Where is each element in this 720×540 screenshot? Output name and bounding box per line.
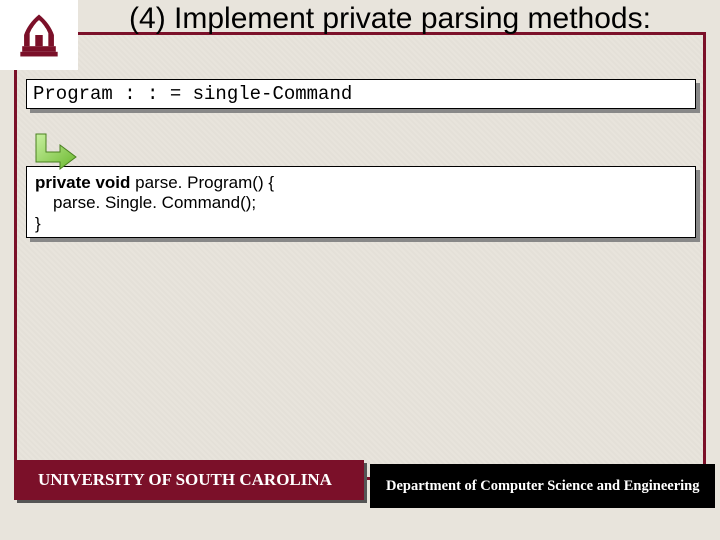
university-logo bbox=[0, 0, 78, 70]
code-content: private void parse. Program() { parse. S… bbox=[26, 166, 696, 238]
slide-title: (4) Implement private parsing methods: bbox=[80, 2, 700, 37]
code-line-1: parse. Program() { bbox=[130, 173, 274, 192]
footer-university-text: UNIVERSITY OF SOUTH CAROLINA bbox=[14, 460, 364, 500]
code-line-3: } bbox=[35, 214, 687, 234]
grammar-rule-text: Program : : = single-Command bbox=[26, 79, 696, 109]
grammar-rule-box: Program : : = single-Command bbox=[26, 79, 696, 109]
footer-department: Department of Computer Science and Engin… bbox=[370, 464, 715, 508]
arrow-icon bbox=[28, 132, 78, 177]
footer-department-text: Department of Computer Science and Engin… bbox=[386, 478, 699, 495]
code-box: private void parse. Program() { parse. S… bbox=[26, 166, 696, 238]
code-line-2: parse. Single. Command(); bbox=[35, 193, 687, 213]
footer-university: UNIVERSITY OF SOUTH CAROLINA bbox=[14, 460, 364, 500]
